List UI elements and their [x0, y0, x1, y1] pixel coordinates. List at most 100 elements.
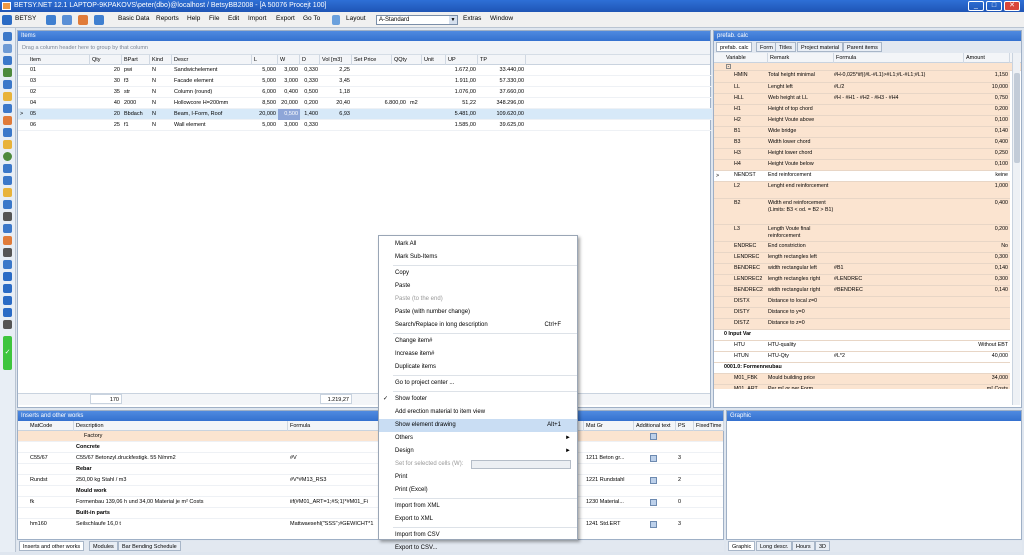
menu-window[interactable]: Window: [490, 15, 513, 22]
prefab-row[interactable]: ENDREC End constriction No: [714, 242, 1010, 253]
col-ps[interactable]: PS: [676, 421, 694, 431]
menu-export[interactable]: Export: [276, 15, 295, 22]
items-icon[interactable]: [3, 44, 12, 53]
menu-extras[interactable]: Extras: [463, 15, 481, 22]
tab-modules[interactable]: Modules: [89, 541, 118, 551]
prefab-row[interactable]: LENDREC2 length rectangles right #LENDREC 0…: [714, 275, 1010, 286]
prefab-row[interactable]: HLL Web height at LL #H - #H1 - #H2 - #H3 …: [714, 94, 1010, 105]
col-descr[interactable]: Descr: [172, 55, 252, 65]
tool-icon[interactable]: [3, 236, 12, 245]
tree-icon[interactable]: [3, 68, 12, 77]
table-row[interactable]: 03 30 f3 N Facade element 5,000 3,000 0,…: [18, 76, 712, 87]
text-icon[interactable]: [650, 477, 657, 484]
prefab-row[interactable]: DISTX Distance to local z=0: [714, 297, 1010, 308]
menu-item-show-element-drawing[interactable]: Show element drawing Alt+1: [379, 419, 577, 432]
menu-item-search-replace-in-long-description[interactable]: Search/Replace in long description Ctrl+F: [379, 319, 577, 332]
truck-icon[interactable]: [3, 164, 12, 173]
col-bpart[interactable]: BPart: [122, 55, 150, 65]
cell-w-active[interactable]: 0,500: [278, 109, 300, 120]
list-item[interactable]: fk Formenbau 139,06 h und 34,00 Material …: [18, 497, 723, 508]
scrollbar-thumb[interactable]: [1014, 73, 1020, 163]
menu-item-export-to-csv[interactable]: Export to CSV...: [379, 542, 577, 555]
list-item[interactable]: Rebar: [18, 464, 723, 475]
close-button[interactable]: ✕: [1004, 1, 1020, 11]
prefab-row[interactable]: > NENDST End reinforcement keine: [714, 171, 1010, 182]
col-amount[interactable]: Amount: [964, 53, 1010, 63]
text-icon[interactable]: [650, 433, 657, 440]
prefab-row[interactable]: LL Lenght left #L/2 10,000: [714, 83, 1010, 94]
tab-form[interactable]: Form: [756, 42, 777, 52]
tab-titles[interactable]: Titles: [775, 42, 796, 52]
col-matgr[interactable]: Mat Gr: [584, 421, 634, 431]
status-check-icon[interactable]: ✓: [3, 336, 12, 370]
text-icon[interactable]: [650, 455, 657, 462]
col-item[interactable]: Item: [28, 55, 90, 65]
menu-layout[interactable]: Layout: [346, 15, 366, 22]
tab-prefab-calc[interactable]: prefab. calc: [716, 42, 753, 52]
drawing-icon[interactable]: [3, 176, 12, 185]
prefab-row[interactable]: H4 Height Voute below 0,100: [714, 160, 1010, 171]
list-item[interactable]: hm160 Seilschlaufe 16,0 t Mattwaesehl("SSS…: [18, 519, 723, 529]
menu-import[interactable]: Import: [248, 15, 266, 22]
stack-icon[interactable]: [3, 212, 12, 221]
menu-basic-data[interactable]: Basic Data: [118, 15, 149, 22]
menu-edit[interactable]: Edit: [228, 15, 239, 22]
copy-icon[interactable]: [3, 260, 12, 269]
list-item[interactable]: Concrete: [18, 442, 723, 453]
check-list-icon[interactable]: [3, 272, 12, 281]
table-row[interactable]: 02 35 str N Column (round) 6,000 0,400 0…: [18, 87, 712, 98]
text-icon[interactable]: [650, 521, 657, 528]
factory-group-row[interactable]: Factory: [18, 431, 723, 442]
chart-icon[interactable]: [3, 188, 12, 197]
menu-help[interactable]: Help: [187, 15, 200, 22]
menu-item-mark-sub-items[interactable]: Mark Sub-Items: [379, 251, 577, 264]
maximize-button[interactable]: □: [986, 1, 1002, 11]
info-icon[interactable]: [3, 284, 12, 293]
tab-inserts[interactable]: Inserts and other works: [19, 541, 85, 551]
prefab-group-row[interactable]: 0 Input Var: [714, 330, 1010, 341]
layout-select[interactable]: A-Standard ▼: [376, 15, 458, 25]
calc-icon[interactable]: [3, 56, 12, 65]
menu-goto[interactable]: Go To: [303, 15, 320, 22]
prefab-row[interactable]: BENDREC2 width rectangular right #BENDREC 0…: [714, 286, 1010, 297]
list-item[interactable]: C55/67 C55/67 Betonzyl.druckfestigk. 55 N…: [18, 453, 723, 464]
prefab-row[interactable]: L3 Length Voute final reinforcement 0,200: [714, 225, 1010, 242]
tab-hours[interactable]: Hours: [792, 541, 815, 551]
prefab-row[interactable]: M01_FBK Mould building price 34,000: [714, 374, 1010, 385]
col-set-price[interactable]: Set Price: [352, 55, 392, 65]
tab-project-material[interactable]: Project material: [797, 42, 844, 52]
warning-icon[interactable]: [3, 116, 12, 125]
table-row[interactable]: 01 20 pwi N Sandwichelement 5,000 3,000 …: [18, 65, 712, 76]
menu-item-duplicate-items[interactable]: Duplicate items: [379, 361, 577, 374]
menu-reports[interactable]: Reports: [156, 15, 179, 22]
box-icon[interactable]: [3, 140, 12, 149]
table-row-selected[interactable]: > 05 20 Bbdach N Beam, I-Form, Roof 20,0…: [18, 109, 712, 120]
prefab-row[interactable]: LENDREC length rectangles left 0,300: [714, 253, 1010, 264]
col-qty[interactable]: Qty: [90, 55, 122, 65]
prefab-row[interactable]: HTUN HTU-Qty #L*2 40,000: [714, 352, 1010, 363]
menu-betsy[interactable]: BETSY: [15, 15, 36, 22]
menu-item-paste[interactable]: Paste: [379, 280, 577, 293]
col-l[interactable]: L: [252, 55, 278, 65]
cube-icon[interactable]: [3, 308, 12, 317]
globe-icon[interactable]: [3, 152, 12, 161]
prefab-row[interactable]: L2 Lenght end reinforcement 1,000: [714, 182, 1010, 199]
col-description[interactable]: Description: [74, 421, 288, 431]
menu-item-go-to-project-center[interactable]: Go to project center ...: [379, 377, 577, 390]
col-matcode[interactable]: MatCode: [28, 421, 74, 431]
doc-icon[interactable]: [3, 104, 12, 113]
prefab-row[interactable]: H3 Height lower chord 0,250: [714, 149, 1010, 160]
minimize-button[interactable]: _: [968, 1, 984, 11]
col-variable[interactable]: Variable: [724, 53, 768, 63]
menu-item-copy[interactable]: Copy: [379, 267, 577, 280]
col-tp[interactable]: TP: [478, 55, 526, 65]
prefab-row[interactable]: B3 Width lower chord 0,400: [714, 138, 1010, 149]
list-item[interactable]: Built-in parts: [18, 508, 723, 519]
table-row[interactable]: 04 40 2000 N Hollowcore H=200mm 8,500 20…: [18, 98, 712, 109]
menu-item-export-to-xml[interactable]: Export to XML: [379, 513, 577, 526]
menu-item-import-from-xml[interactable]: Import from XML: [379, 500, 577, 513]
calendar-icon[interactable]: [3, 128, 12, 137]
settings-icon[interactable]: [3, 320, 12, 329]
list-item[interactable]: Rundst 250,00 kg Stahl / m3 #V*#M13_RS3 122…: [18, 475, 723, 486]
col-qqty[interactable]: QQty: [392, 55, 422, 65]
